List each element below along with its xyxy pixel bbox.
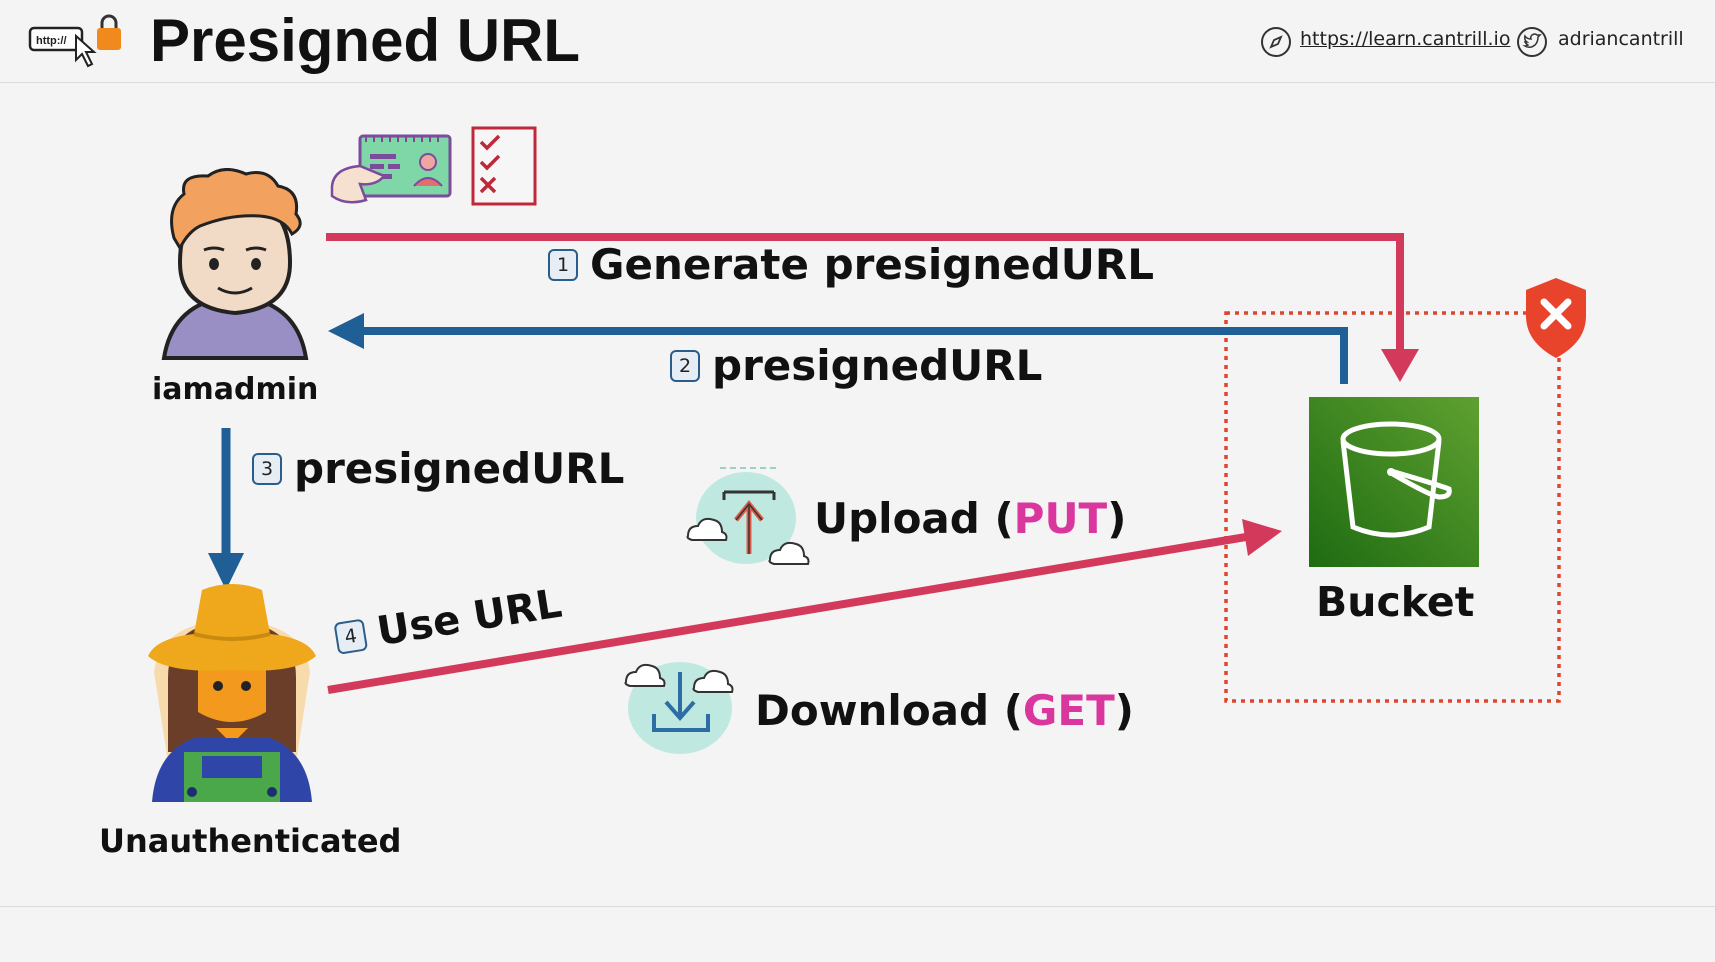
admin-label: iamadmin — [152, 372, 319, 407]
footer-divider — [0, 906, 1715, 907]
admin-user-icon — [161, 168, 309, 360]
step-4-badge: 4 — [333, 618, 369, 655]
step-2-return-label: 2 presignedURL — [670, 341, 1042, 390]
download-prefix: Download ( — [755, 686, 1023, 735]
checklist-icon — [471, 126, 537, 206]
step-3-share-label: 3 presignedURL — [252, 444, 624, 493]
cloud-download-icon — [624, 662, 734, 754]
step-2-text: presignedURL — [712, 341, 1043, 390]
id-card-icon — [330, 134, 452, 204]
step-1-generate-label: 1 Generate presignedURL — [548, 240, 1154, 289]
upload-prefix: Upload ( — [814, 494, 1014, 543]
s3-bucket-icon — [1309, 397, 1479, 567]
step-1-badge: 1 — [548, 248, 578, 281]
bucket-label: Bucket — [1316, 578, 1475, 626]
step-3-badge: 3 — [252, 452, 282, 485]
put-method: PUT — [1013, 494, 1108, 543]
upload-suffix: ) — [1107, 494, 1127, 543]
arrow-head-use-url — [1242, 519, 1282, 556]
step-2-badge: 2 — [670, 349, 700, 382]
unauthenticated-user-icon — [148, 584, 316, 802]
download-operation-label: Download (GET) — [755, 686, 1134, 735]
download-suffix: ) — [1114, 686, 1134, 735]
step-1-text: Generate presignedURL — [590, 240, 1154, 289]
cloud-upload-icon — [686, 467, 810, 565]
get-method: GET — [1022, 686, 1115, 735]
step-3-text: presignedURL — [294, 444, 625, 493]
deny-shield-icon — [1526, 278, 1586, 358]
upload-operation-label: Upload (PUT) — [814, 494, 1126, 543]
arrow-head-return — [328, 313, 364, 349]
arrow-head-generate — [1381, 349, 1419, 382]
unauthenticated-label: Unauthenticated — [99, 822, 402, 860]
